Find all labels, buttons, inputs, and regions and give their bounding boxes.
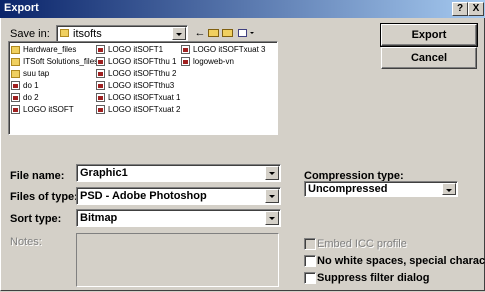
file-icon [96,105,105,114]
notes-label: Notes: [10,236,42,248]
file-icon [11,81,20,90]
suppress-filter-checkbox[interactable] [304,272,316,284]
file-name-value: Graphic1 [80,167,128,179]
save-in-combo[interactable]: itsofts [56,25,188,42]
close-button[interactable]: X [468,2,484,16]
files-of-type-select[interactable]: PSD - Adobe Photoshop [76,187,281,205]
chevron-down-icon[interactable] [172,27,186,40]
save-in-label: Save in: [10,28,50,40]
folder-icon [11,58,20,66]
file-icon [96,69,105,78]
help-button[interactable]: ? [452,2,468,16]
window-title: Export [4,2,39,14]
file-icon [96,81,105,90]
new-folder-icon[interactable] [220,26,236,40]
folder-icon [60,29,69,37]
embed-icc-label: Embed ICC profile [317,238,407,250]
compression-type-value: Uncompressed [308,183,388,195]
file-icon [181,45,190,54]
file-list[interactable]: Hardware_files ITSoft Solutions_files su… [8,41,278,135]
file-icon [11,93,20,102]
files-of-type-label: Files of type: [10,191,78,203]
chevron-down-icon[interactable] [265,189,279,203]
sort-type-value: Bitmap [80,212,118,224]
folder-icon [11,70,20,78]
files-of-type-value: PSD - Adobe Photoshop [80,190,207,202]
file-icon [11,105,20,114]
sort-type-label: Sort type: [10,213,62,225]
file-icon [181,57,190,66]
title-bar: Export ? X [0,0,485,18]
sort-type-select[interactable]: Bitmap [76,209,281,227]
file-name-field[interactable]: Graphic1 [76,164,281,182]
no-white-spaces-label: No white spaces, special characters [317,255,485,267]
file-icon [96,45,105,54]
no-white-spaces-checkbox[interactable] [304,255,316,267]
save-in-value: itsofts [73,28,102,40]
folder-icon [11,46,20,54]
compression-type-select[interactable]: Uncompressed [304,181,458,197]
cancel-button[interactable]: Cancel [381,47,477,69]
view-menu-icon[interactable] [236,26,256,40]
chevron-down-icon[interactable] [442,183,456,195]
export-button[interactable]: Export [380,23,478,47]
chevron-down-icon[interactable] [265,166,279,180]
file-icon [96,57,105,66]
file-name-label: File name: [10,170,65,182]
suppress-filter-label: Suppress filter dialog [317,272,430,284]
file-icon [96,93,105,102]
embed-icc-checkbox[interactable] [304,238,316,250]
chevron-down-icon[interactable] [265,211,279,225]
notes-field [76,233,279,287]
